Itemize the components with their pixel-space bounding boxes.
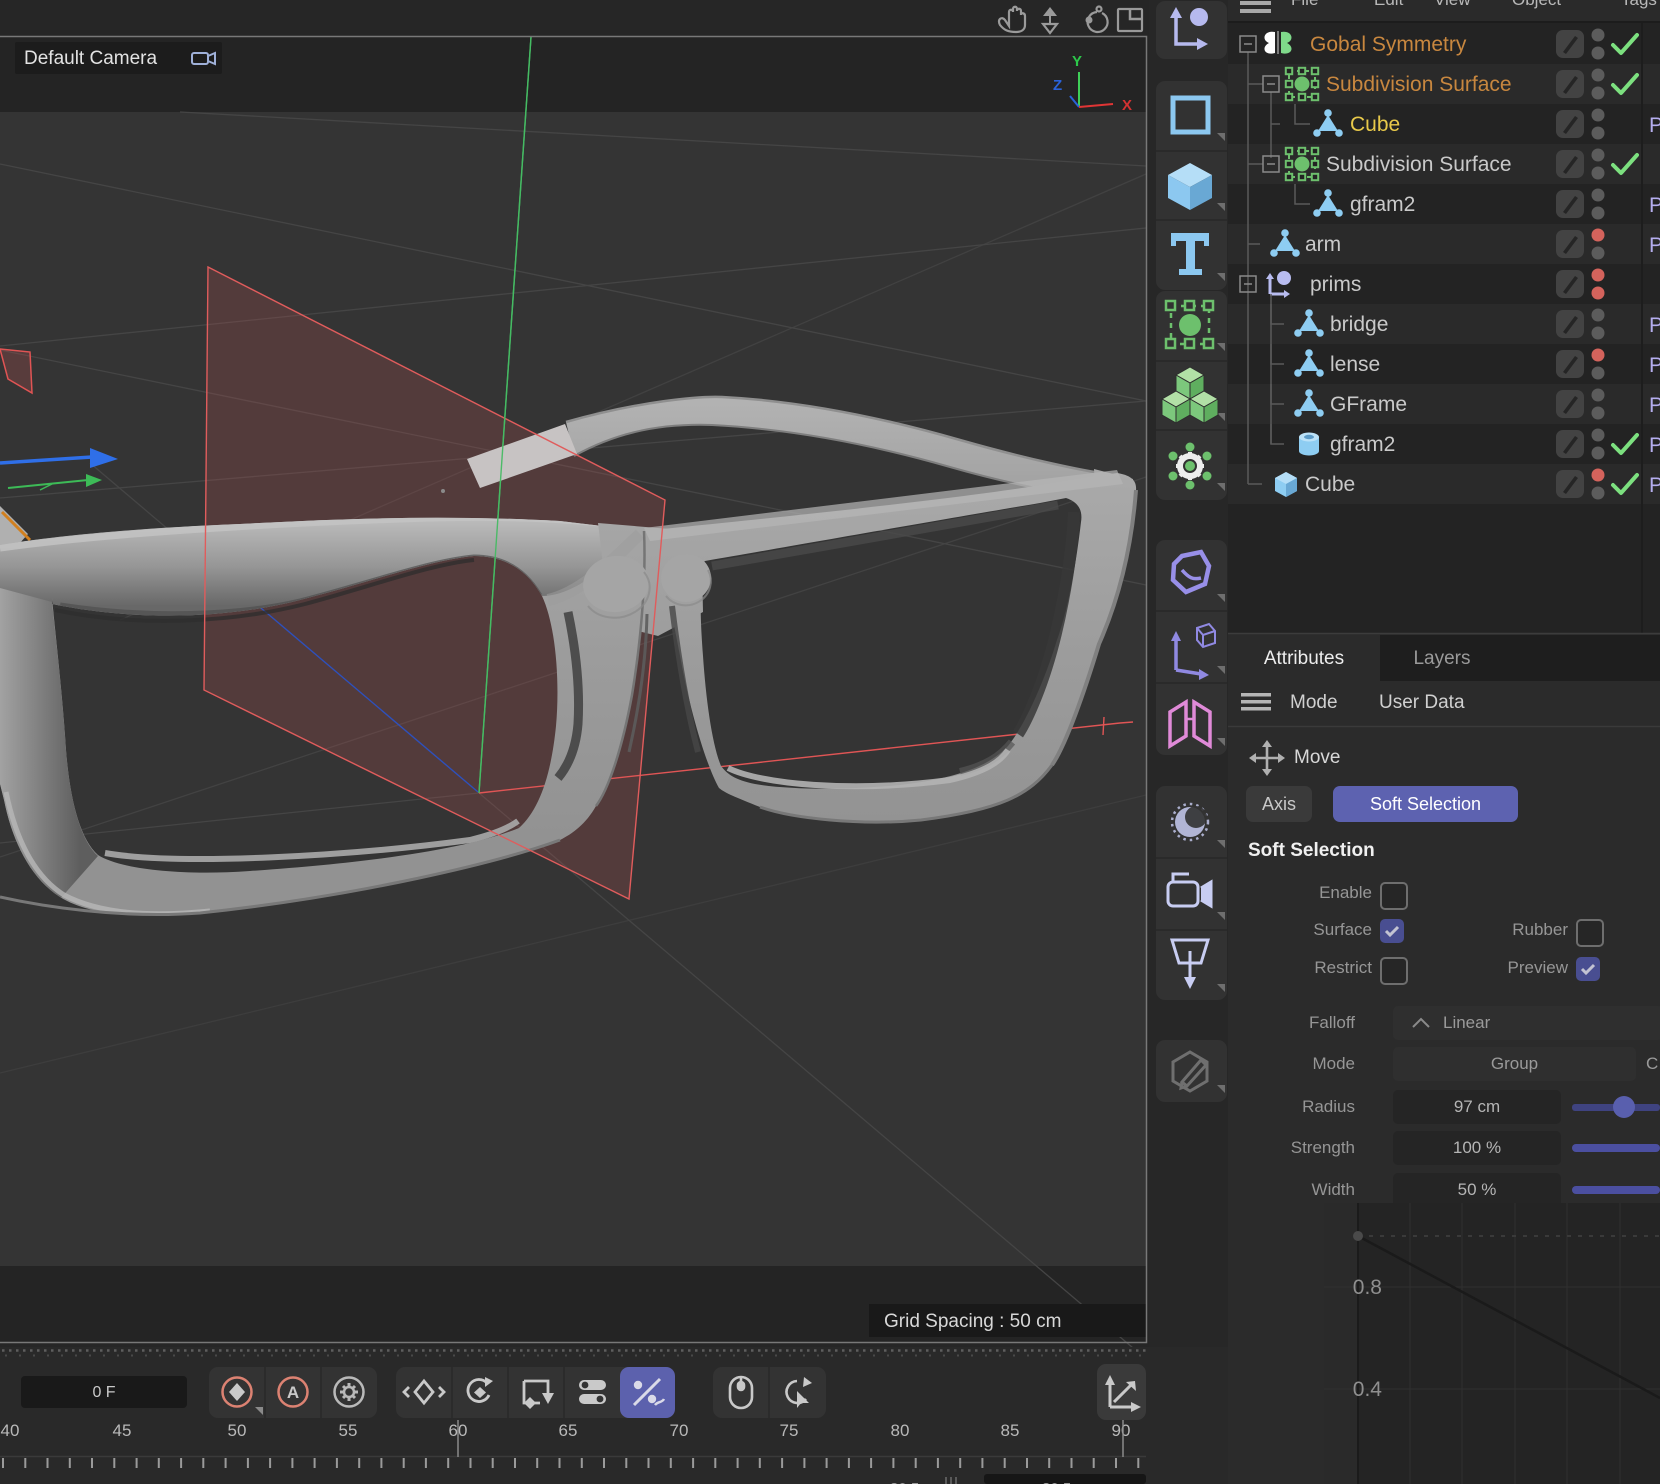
svg-text:Mode: Mode	[1290, 692, 1338, 713]
svg-text:Edit: Edit	[1374, 0, 1404, 9]
svg-text:P: P	[1649, 354, 1660, 377]
svg-text:P: P	[1649, 234, 1660, 257]
svg-text:P: P	[1649, 114, 1660, 137]
svg-text:85: 85	[1001, 1421, 1020, 1440]
svg-text:40: 40	[1, 1421, 20, 1440]
svg-text:80: 80	[891, 1421, 910, 1440]
svg-text:Object: Object	[1512, 0, 1561, 9]
svg-text:P: P	[1649, 194, 1660, 217]
svg-text:50: 50	[228, 1421, 247, 1440]
svg-text:Grid Spacing : 50 cm: Grid Spacing : 50 cm	[884, 1311, 1061, 1332]
svg-text:X: X	[1122, 97, 1132, 114]
svg-text:bridge: bridge	[1330, 313, 1388, 336]
svg-text:Cube: Cube	[1350, 113, 1400, 136]
svg-text:arm: arm	[1305, 233, 1341, 256]
svg-text:View: View	[1434, 0, 1471, 9]
svg-text:P: P	[1649, 394, 1660, 417]
svg-text:P: P	[1649, 434, 1660, 457]
svg-text:Z: Z	[1053, 77, 1062, 94]
svg-text:30.5: 30.5	[1042, 1480, 1071, 1484]
svg-text:0 F: 0 F	[92, 1384, 115, 1401]
svg-text:P: P	[1649, 314, 1660, 337]
svg-text:75: 75	[780, 1421, 799, 1440]
svg-text:User Data: User Data	[1379, 692, 1465, 713]
svg-text:Layers: Layers	[1413, 648, 1470, 669]
svg-text:65: 65	[559, 1421, 578, 1440]
svg-text:Gobal Symmetry: Gobal Symmetry	[1310, 33, 1467, 56]
svg-text:File: File	[1291, 0, 1318, 9]
svg-text:Y: Y	[1072, 53, 1082, 70]
svg-text:70: 70	[670, 1421, 689, 1440]
svg-text:Cube: Cube	[1305, 473, 1355, 496]
svg-text:Subdivision Surface: Subdivision Surface	[1326, 73, 1512, 96]
svg-text:GFrame: GFrame	[1330, 393, 1407, 416]
svg-text:Subdivision Surface: Subdivision Surface	[1326, 153, 1512, 176]
svg-text:55: 55	[339, 1421, 358, 1440]
svg-text:gfram2: gfram2	[1330, 433, 1395, 456]
svg-text:Attributes: Attributes	[1264, 648, 1344, 669]
svg-text:P: P	[1649, 474, 1660, 497]
svg-text:45: 45	[113, 1421, 132, 1440]
svg-text:lense: lense	[1330, 353, 1380, 376]
svg-text:gfram2: gfram2	[1350, 193, 1415, 216]
svg-text:30.5: 30.5	[890, 1480, 919, 1484]
svg-text:prims: prims	[1310, 273, 1361, 296]
svg-text:0.4: 0.4	[1353, 1378, 1383, 1401]
svg-text:90: 90	[1112, 1421, 1131, 1440]
svg-text:Tags: Tags	[1621, 0, 1657, 9]
svg-text:0.8: 0.8	[1353, 1276, 1382, 1299]
svg-text:Default Camera: Default Camera	[24, 48, 157, 69]
svg-text:A: A	[287, 1383, 299, 1402]
